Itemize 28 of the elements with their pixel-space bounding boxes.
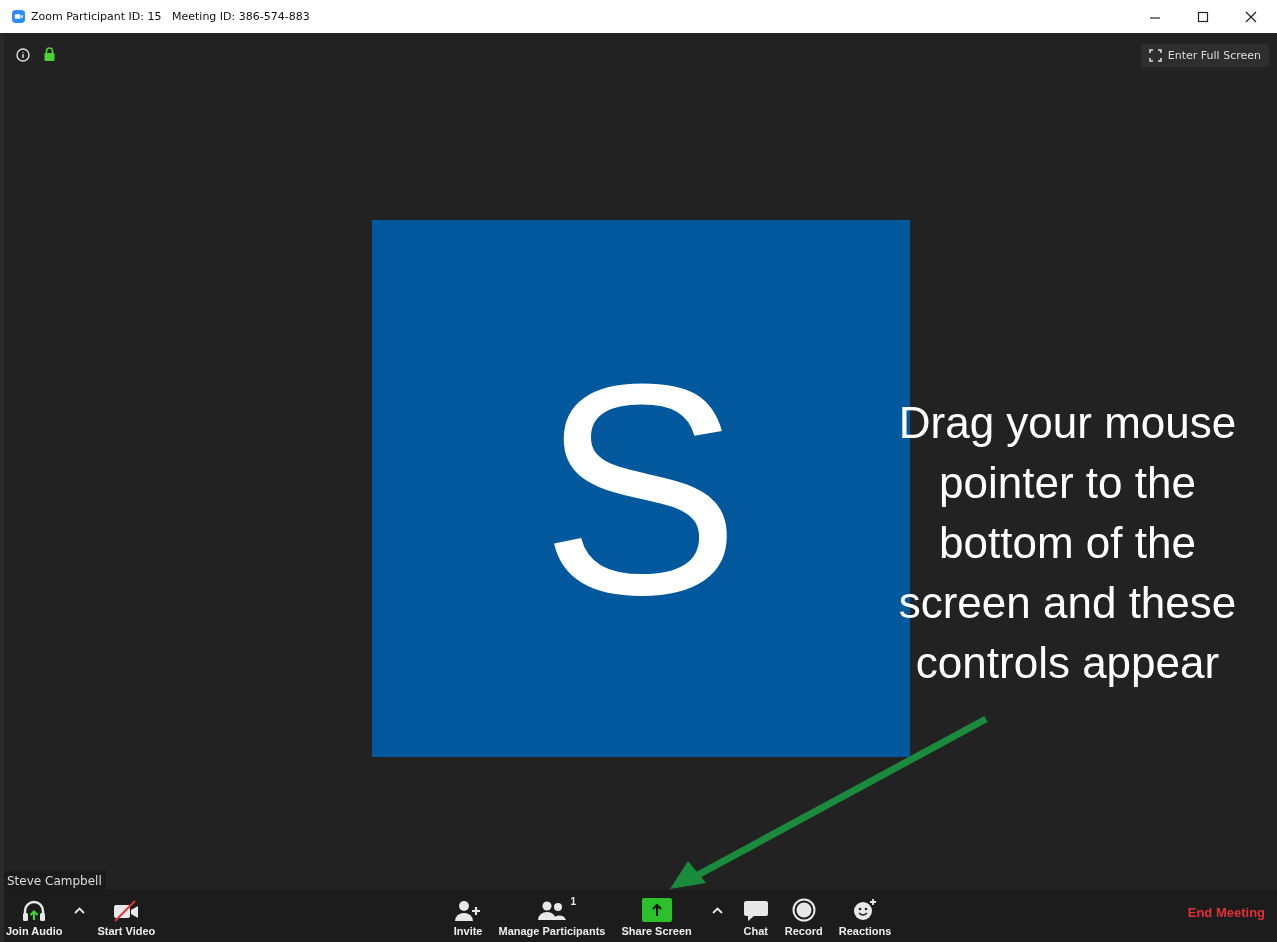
record-button[interactable]: Record (782, 895, 825, 937)
headphones-icon (22, 899, 47, 922)
invite-button[interactable]: Invite (451, 895, 485, 937)
participant-count: 1 (570, 895, 576, 907)
share-screen-icon (641, 897, 672, 922)
video-button[interactable]: Start Video (95, 895, 158, 937)
window-title: Zoom Participant ID: 15 Meeting ID: 386-574-883 (31, 10, 310, 23)
end-meeting-button[interactable]: End Meeting (1187, 904, 1277, 928)
expand-icon (1148, 48, 1162, 62)
caret-icon (74, 906, 86, 914)
add-person-icon (455, 899, 482, 922)
close-icon[interactable] (1245, 10, 1257, 23)
people-icon (537, 899, 566, 922)
record-icon (791, 897, 816, 922)
full-screen-button[interactable]: Enter Full Screen (1140, 43, 1269, 67)
maximize-icon[interactable] (1197, 10, 1209, 23)
smiley-icon (853, 897, 877, 922)
chat-button[interactable]: Chat (740, 895, 771, 937)
info-icon[interactable] (16, 48, 30, 62)
speech-bubble-icon (742, 899, 769, 922)
audio-button[interactable]: Join Audio (4, 895, 65, 937)
participant-name: Steve Campbell (4, 871, 106, 890)
camera-icon (112, 899, 141, 922)
share-button[interactable]: Share Screen (619, 895, 694, 937)
caret-icon (711, 906, 723, 914)
participants-button[interactable]: 1 Manage Participants (496, 895, 608, 937)
reactions-button[interactable]: Reactions (836, 895, 894, 937)
app-logo-icon (12, 10, 25, 23)
